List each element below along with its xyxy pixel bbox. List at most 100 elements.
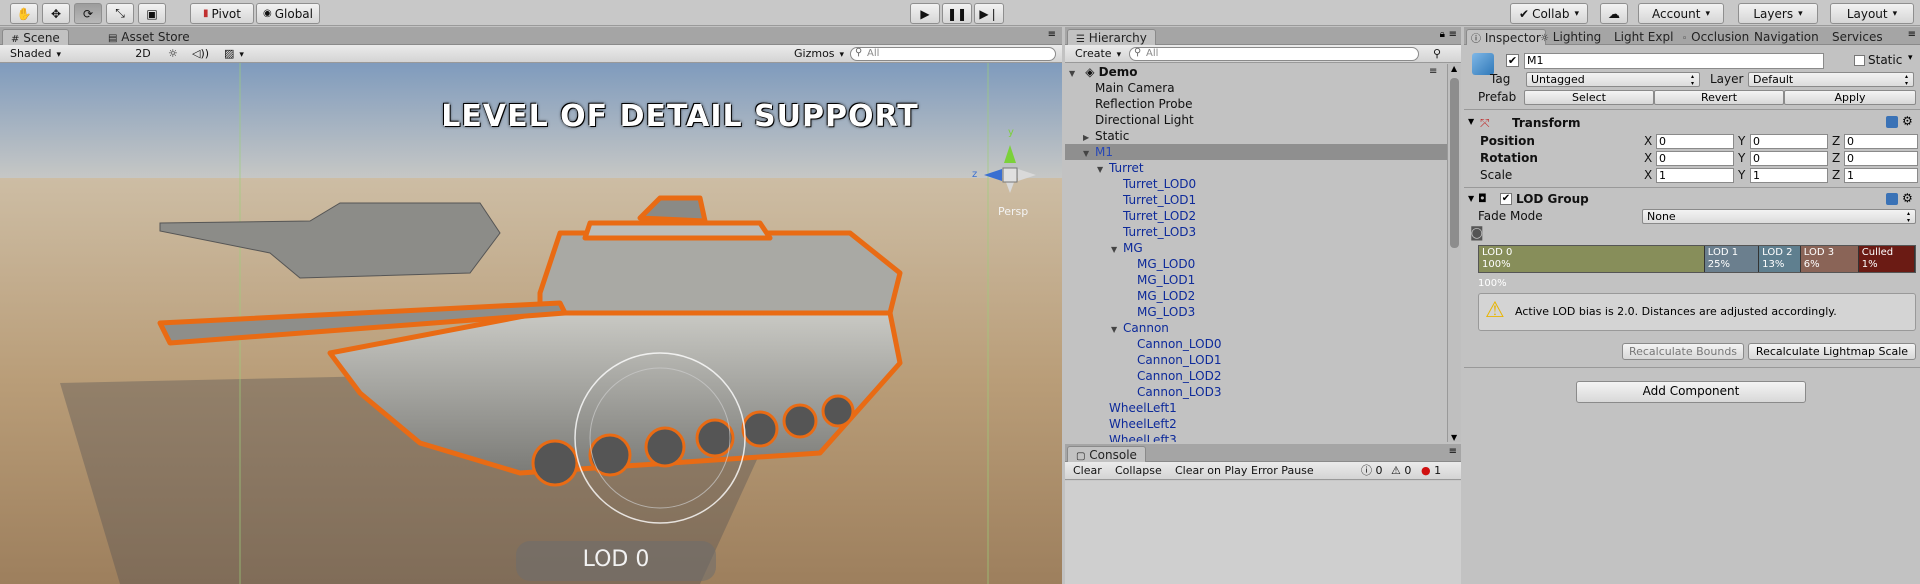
hierarchy-item[interactable]: Cannon_LOD0 [1065,336,1447,352]
position-y-field[interactable]: 0 [1750,134,1828,149]
lod-foldout-icon[interactable]: ▼ [1468,194,1474,203]
hierarchy-item[interactable]: Cannon_LOD1 [1065,352,1447,368]
hierarchy-search-input[interactable]: All [1129,47,1419,61]
hierarchy-item[interactable]: ▶ Static [1065,128,1447,144]
hierarchy-item[interactable]: WheelLeft3 [1065,432,1447,442]
scroll-down-icon[interactable]: ▼ [1451,433,1457,442]
tab-occlusion[interactable]: ◦ Occlusion [1678,29,1753,45]
cloud-button[interactable]: ☁ [1600,3,1628,24]
warning-filter-toggle[interactable]: ⚠ 0 [1387,463,1415,479]
hierarchy-item[interactable]: Turret_LOD0 [1065,176,1447,192]
rotate-tool-button[interactable]: ⟳ [74,3,102,24]
tab-services[interactable]: Services [1828,29,1887,45]
hierarchy-item[interactable]: Reflection Probe [1065,96,1447,112]
tab-console[interactable]: ▢ Console [1067,446,1146,462]
tab-hierarchy[interactable]: ☰ Hierarchy [1067,29,1156,45]
gizmos-dropdown[interactable]: Gizmos [790,46,848,62]
pivot-toggle[interactable]: ▮ Pivot [190,3,254,24]
position-z-field[interactable]: 0 [1844,134,1918,149]
active-checkbox[interactable]: ✔ [1506,54,1519,67]
hierarchy-item[interactable]: Directional Light [1065,112,1447,128]
hierarchy-item[interactable]: ▼ Cannon [1065,320,1447,336]
gear-icon[interactable]: ⚙ [1902,191,1913,205]
lock-icon[interactable]: 🔒︎ [1440,29,1445,40]
scene-root[interactable]: ▼ ◈ Demo ≡ [1069,64,1437,80]
pause-button[interactable]: ❚❚ [942,3,972,24]
prefab-apply-button[interactable]: Apply [1784,90,1916,105]
tab-scene[interactable]: # Scene [2,29,69,45]
layers-dropdown[interactable]: Layers [1738,3,1818,24]
tab-lighting[interactable]: ☼ Lighting [1536,29,1605,45]
play-button[interactable]: ▶ [910,3,940,24]
scroll-up-icon[interactable]: ▲ [1451,64,1457,73]
layer-dropdown[interactable]: Default [1748,72,1914,87]
rotation-z-field[interactable]: 0 [1844,151,1918,166]
hierarchy-scrollbar[interactable]: ▲ ▼ [1447,64,1461,442]
clear-on-play-button[interactable]: Clear on Play [1171,463,1251,479]
move-tool-button[interactable]: ✥ [42,3,70,24]
clear-button[interactable]: Clear [1069,463,1106,479]
hand-tool-button[interactable]: ✋ [10,3,38,24]
console-log-area[interactable] [1065,481,1461,584]
scene-menu-icon[interactable]: ≡ [1429,64,1437,80]
2d-toggle[interactable]: 2D [130,46,156,62]
rotation-x-field[interactable]: 0 [1656,151,1734,166]
lod-levels-bar[interactable]: LOD 0 100% LOD 1 25% LOD 2 13% LOD 3 6% Culled 1% [1478,245,1916,273]
projection-label[interactable]: Persp [998,205,1028,218]
hierarchy-item[interactable]: Turret_LOD2 [1065,208,1447,224]
scene-viewport[interactable]: LEVEL OF DETAIL SUPPORT y z Persp LOD 0 [0,63,1062,584]
lod-segment[interactable]: LOD 3 6% [1800,246,1859,272]
hierarchy-item[interactable]: Cannon_LOD2 [1065,368,1447,384]
hierarchy-item[interactable]: ▼ M1 [1065,144,1447,160]
scale-tool-button[interactable]: ⤡ [106,3,134,24]
lod-segment[interactable]: LOD 1 25% [1704,246,1760,272]
audio-toggle[interactable]: ◁)) [188,46,213,62]
hierarchy-item[interactable]: MG_LOD3 [1065,304,1447,320]
panel-menu-icon[interactable]: ≡ [1449,29,1457,40]
error-pause-button[interactable]: Error Pause [1247,463,1318,479]
global-toggle[interactable]: ◉ Global [256,3,320,24]
panel-menu-icon[interactable]: ≡ [1449,446,1457,457]
step-button[interactable]: ▶❘ [974,3,1004,24]
hierarchy-item[interactable]: Turret_LOD1 [1065,192,1447,208]
tab-inspector[interactable]: ⓘ Inspector [1466,29,1546,45]
recalculate-bounds-button[interactable]: Recalculate Bounds [1622,343,1744,360]
recalculate-lightmap-scale-button[interactable]: Recalculate Lightmap Scale [1748,343,1916,360]
lod-segment[interactable]: Culled 1% [1858,246,1915,272]
static-dropdown-icon[interactable]: ▾ [1908,53,1913,63]
tab-light-explorer[interactable]: Light Expl [1610,29,1677,45]
position-x-field[interactable]: 0 [1656,134,1734,149]
help-book-icon[interactable] [1886,193,1898,205]
lod-segment[interactable]: LOD 0 100% [1479,246,1705,272]
lod-segment[interactable]: LOD 2 13% [1759,246,1801,272]
prefab-select-button[interactable]: Select [1524,90,1654,105]
scene-search-input[interactable]: All [850,47,1056,61]
hierarchy-item[interactable]: WheelLeft1 [1065,400,1447,416]
hierarchy-item[interactable]: ▼ Turret [1065,160,1447,176]
hierarchy-item[interactable]: MG_LOD0 [1065,256,1447,272]
add-component-button[interactable]: Add Component [1576,381,1806,403]
collab-dropdown[interactable]: ✔ Collab [1510,3,1588,24]
hierarchy-item[interactable]: Cannon_LOD3 [1065,384,1447,400]
hierarchy-item[interactable]: Turret_LOD3 [1065,224,1447,240]
rotation-y-field[interactable]: 0 [1750,151,1828,166]
search-type-button[interactable]: ⚲ [1429,46,1445,62]
tag-dropdown[interactable]: Untagged [1526,72,1700,87]
fade-mode-dropdown[interactable]: None [1642,209,1916,224]
prefab-revert-button[interactable]: Revert [1654,90,1784,105]
gear-icon[interactable]: ⚙ [1902,114,1913,128]
hierarchy-item[interactable]: MG_LOD1 [1065,272,1447,288]
scrollbar-thumb[interactable] [1450,78,1459,248]
static-checkbox[interactable] [1854,55,1865,66]
hierarchy-item[interactable]: MG_LOD2 [1065,288,1447,304]
error-filter-toggle[interactable]: ● 1 [1417,463,1445,479]
scale-y-field[interactable]: 1 [1750,168,1828,183]
lod-enabled-checkbox[interactable]: ✔ [1500,193,1512,205]
panel-menu-icon[interactable]: ≡ [1048,29,1056,40]
account-dropdown[interactable]: Account [1638,3,1724,24]
transform-foldout-icon[interactable]: ▼ [1468,117,1474,126]
tab-asset-store[interactable]: ▤ Asset Store [100,29,198,45]
create-dropdown[interactable]: Create [1071,46,1125,62]
lighting-toggle[interactable]: ☼ [164,46,182,62]
tab-navigation[interactable]: Navigation [1750,29,1823,45]
